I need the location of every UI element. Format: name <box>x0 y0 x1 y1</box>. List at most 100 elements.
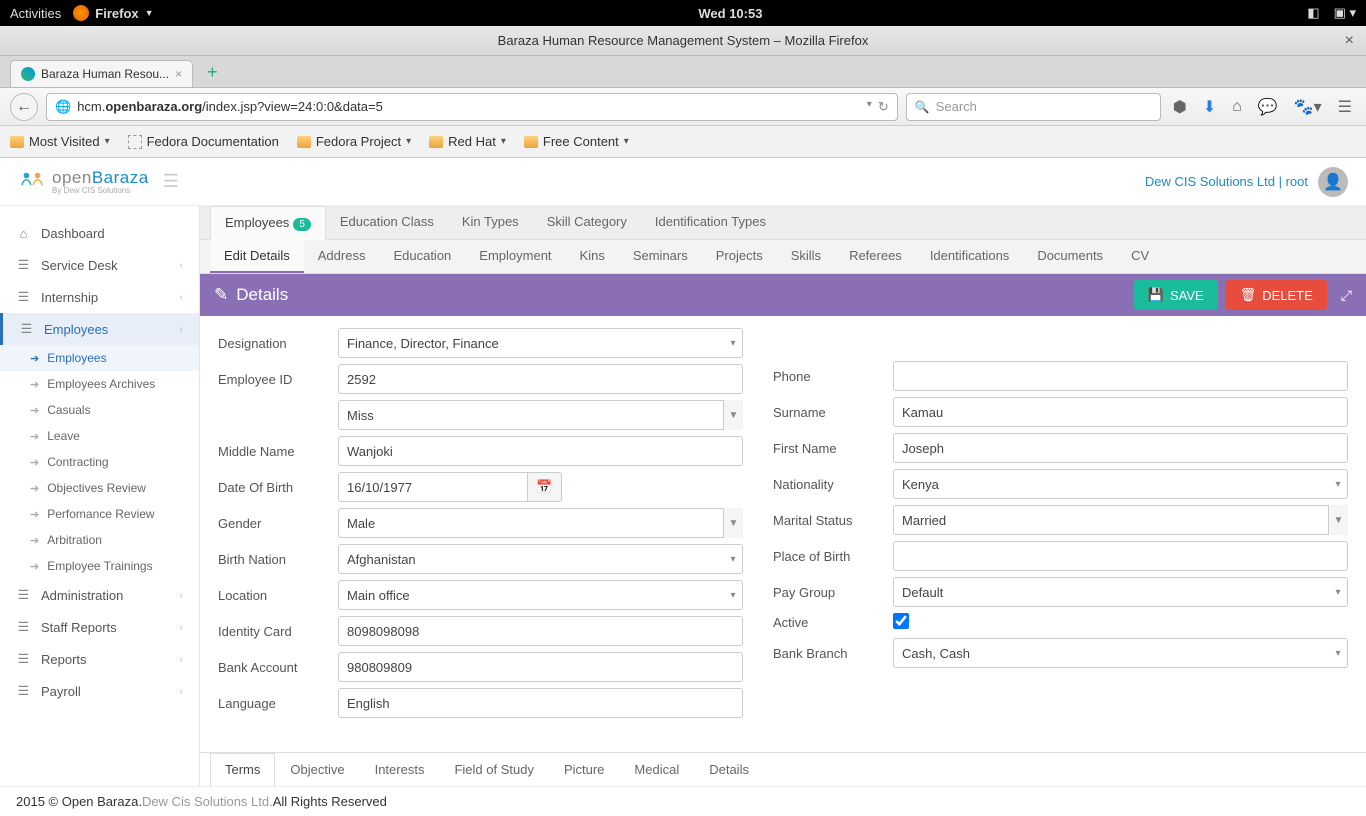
sidebar-sub-objectives[interactable]: ➔Objectives Review <box>0 475 199 501</box>
sidebar-item-reports[interactable]: ☰Reports‹ <box>0 643 199 675</box>
addon-icon[interactable]: 🐾▾ <box>1290 97 1326 117</box>
btab-picture[interactable]: Picture <box>549 753 619 786</box>
sidebar-sub-employees[interactable]: ➔Employees <box>0 345 199 371</box>
identity-card-input[interactable] <box>338 616 743 646</box>
activities-label[interactable]: Activities <box>10 6 61 21</box>
expand-icon[interactable]: ⤢ <box>1341 287 1352 304</box>
phone-input[interactable] <box>893 361 1348 391</box>
pay-group-select[interactable] <box>893 577 1348 607</box>
sidebar-item-administration[interactable]: ☰Administration‹ <box>0 579 199 611</box>
subtab-edit-details[interactable]: Edit Details <box>210 240 304 273</box>
browser-tab[interactable]: Baraza Human Resou... × <box>10 60 193 87</box>
btab-interests[interactable]: Interests <box>360 753 440 786</box>
system-menu-icon[interactable]: ▣ ▾ <box>1334 5 1356 21</box>
tab-identification-types[interactable]: Identification Types <box>641 206 780 239</box>
sidebar-sub-performance[interactable]: ➔Perfomance Review <box>0 501 199 527</box>
btab-objective[interactable]: Objective <box>275 753 359 786</box>
marital-select[interactable] <box>893 505 1348 535</box>
subtab-projects[interactable]: Projects <box>702 240 777 273</box>
dob-input[interactable] <box>338 472 528 502</box>
employee-id-input[interactable] <box>338 364 743 394</box>
sidebar-item-service-desk[interactable]: ☰Service Desk‹ <box>0 249 199 281</box>
designation-select[interactable] <box>338 328 743 358</box>
sidebar-item-internship[interactable]: ☰Internship‹ <box>0 281 199 313</box>
hamburger-menu-icon[interactable]: ☰ <box>1334 97 1356 117</box>
dropdown-history-icon[interactable]: ▾ <box>867 99 872 115</box>
sidebar-toggle-button[interactable]: ☰ <box>163 171 179 192</box>
tab-kin-types[interactable]: Kin Types <box>448 206 533 239</box>
bank-account-input[interactable] <box>338 652 743 682</box>
subtab-cv[interactable]: CV <box>1117 240 1163 273</box>
user-link[interactable]: Dew CIS Solutions Ltd | root <box>1145 174 1308 189</box>
back-button[interactable]: ← <box>10 93 38 121</box>
active-checkbox[interactable] <box>893 613 909 629</box>
bookmark-free-content[interactable]: Free Content▾ <box>524 134 629 149</box>
btab-details[interactable]: Details <box>694 753 764 786</box>
sidebar-sub-trainings[interactable]: ➔Employee Trainings <box>0 553 199 579</box>
tab-skill-category[interactable]: Skill Category <box>533 206 641 239</box>
app-header: openBaraza By Dew CIS Solutions ☰ Dew CI… <box>0 158 1366 206</box>
surname-input[interactable] <box>893 397 1348 427</box>
sidebar: ⌂Dashboard ☰Service Desk‹ ☰Internship‹ ☰… <box>0 206 200 786</box>
nationality-select[interactable] <box>893 469 1348 499</box>
sidebar-sub-arbitration[interactable]: ➔Arbitration <box>0 527 199 553</box>
reload-button[interactable]: ↻ <box>878 99 889 115</box>
subtab-documents[interactable]: Documents <box>1023 240 1117 273</box>
sidebar-item-dashboard[interactable]: ⌂Dashboard <box>0 218 199 249</box>
bookmark-most-visited[interactable]: Most Visited▾ <box>10 134 110 149</box>
bookmark-redhat[interactable]: Red Hat▾ <box>429 134 506 149</box>
sidebar-sub-contracting[interactable]: ➔Contracting <box>0 449 199 475</box>
location-select[interactable] <box>338 580 743 610</box>
subtab-education[interactable]: Education <box>379 240 465 273</box>
subtab-identifications[interactable]: Identifications <box>916 240 1024 273</box>
subtab-kins[interactable]: Kins <box>566 240 619 273</box>
avatar[interactable]: 👤 <box>1318 167 1348 197</box>
label-dob: Date Of Birth <box>218 480 338 495</box>
bank-branch-select[interactable] <box>893 638 1348 668</box>
label-language: Language <box>218 696 338 711</box>
sidebar-item-staff-reports[interactable]: ☰Staff Reports‹ <box>0 611 199 643</box>
bookmark-fedora-proj[interactable]: Fedora Project▾ <box>297 134 411 149</box>
sidebar-sub-leave[interactable]: ➔Leave <box>0 423 199 449</box>
pocket-icon[interactable]: ⬢ <box>1169 97 1191 117</box>
tab-close-button[interactable]: × <box>175 67 182 81</box>
sidebar-item-payroll[interactable]: ☰Payroll‹ <box>0 675 199 707</box>
tab-employees[interactable]: Employees5 <box>210 206 326 240</box>
logo[interactable]: openBaraza By Dew CIS Solutions <box>18 168 149 195</box>
title-select[interactable] <box>338 400 743 430</box>
sidebar-sub-casuals[interactable]: ➔Casuals <box>0 397 199 423</box>
first-name-input[interactable] <box>893 433 1348 463</box>
tab-education-class[interactable]: Education Class <box>326 206 448 239</box>
search-bar[interactable]: 🔍 Search <box>906 93 1161 121</box>
calendar-button[interactable]: 📅 <box>528 472 562 502</box>
app-menu[interactable]: Firefox ▼ <box>73 5 153 21</box>
window-close-button[interactable]: × <box>1345 32 1354 50</box>
home-icon[interactable]: ⌂ <box>1228 98 1246 116</box>
place-birth-input[interactable] <box>893 541 1348 571</box>
gender-select[interactable] <box>338 508 743 538</box>
btab-field[interactable]: Field of Study <box>439 753 549 786</box>
subtab-seminars[interactable]: Seminars <box>619 240 702 273</box>
new-tab-button[interactable]: + <box>203 58 222 87</box>
chat-icon[interactable]: 💬 <box>1254 97 1282 117</box>
sidebar-item-employees[interactable]: ☰Employees‹ <box>0 313 199 345</box>
btab-terms[interactable]: Terms <box>210 753 275 786</box>
subtab-employment[interactable]: Employment <box>465 240 565 273</box>
delete-button[interactable]: 🗑DELETE <box>1226 280 1327 310</box>
birth-nation-select[interactable] <box>338 544 743 574</box>
middle-name-input[interactable] <box>338 436 743 466</box>
label-nationality: Nationality <box>773 477 893 492</box>
subtab-skills[interactable]: Skills <box>777 240 835 273</box>
sub-tabs: Edit Details Address Education Employmen… <box>200 240 1366 274</box>
list-icon: ☰ <box>16 289 31 305</box>
bookmark-fedora-doc[interactable]: Fedora Documentation <box>128 134 279 149</box>
url-bar[interactable]: 🌐 hcm.openbaraza.org/index.jsp?view=24:0… <box>46 93 898 121</box>
window-list-icon[interactable]: ◧ <box>1307 5 1319 21</box>
btab-medical[interactable]: Medical <box>619 753 694 786</box>
sidebar-sub-archives[interactable]: ➔Employees Archives <box>0 371 199 397</box>
subtab-referees[interactable]: Referees <box>835 240 916 273</box>
language-input[interactable] <box>338 688 743 718</box>
save-button[interactable]: 💾SAVE <box>1134 280 1218 310</box>
downloads-icon[interactable]: ⬇ <box>1199 97 1220 117</box>
subtab-address[interactable]: Address <box>304 240 380 273</box>
